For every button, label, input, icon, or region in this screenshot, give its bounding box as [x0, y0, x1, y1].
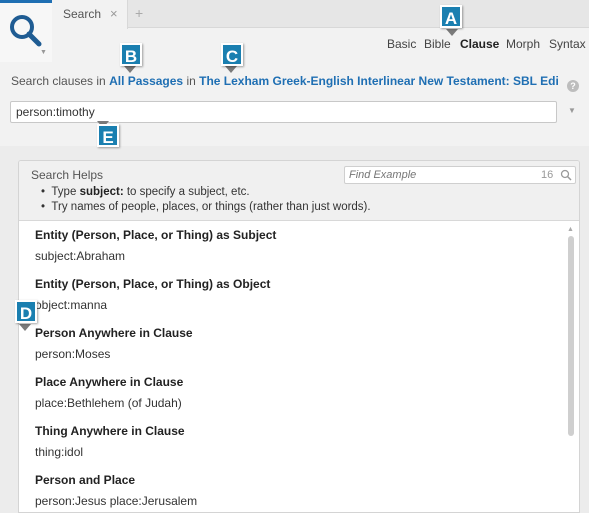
- search-helps-panel: Search Helps 16 • Type subject: to speci…: [18, 160, 580, 513]
- callout-tail: [446, 29, 458, 36]
- callout-tail: [19, 324, 31, 331]
- search-icon[interactable]: [560, 169, 572, 181]
- scope-middle: in: [183, 74, 200, 88]
- callout-a: A: [440, 5, 462, 28]
- scroll-up-icon[interactable]: ▲: [567, 226, 574, 233]
- tab-label: Search: [63, 7, 102, 21]
- example-title: Person and Place: [35, 473, 136, 487]
- callout-b: B: [120, 43, 142, 66]
- search-helps-title: Search Helps: [31, 168, 104, 182]
- example-title: Entity (Person, Place, or Thing) as Obje…: [35, 277, 271, 291]
- example-title: Thing Anywhere in Clause: [35, 424, 185, 438]
- tip-item: • Try names of people, places, or things…: [41, 201, 371, 213]
- scrollbar-thumb[interactable]: [568, 236, 574, 436]
- example-title: Entity (Person, Place, or Thing) as Subj…: [35, 228, 277, 242]
- example-sample[interactable]: subject:Abraham: [35, 249, 125, 263]
- close-icon[interactable]: ×: [110, 6, 118, 21]
- example-sample[interactable]: thing:idol: [35, 445, 83, 459]
- mode-basic[interactable]: Basic: [387, 37, 416, 51]
- app-search-button[interactable]: ▼: [0, 0, 52, 62]
- callout-c: C: [221, 43, 243, 66]
- tip-item: • Type subject: to specify a subject, et…: [41, 186, 250, 198]
- mode-clause[interactable]: Clause: [460, 37, 499, 51]
- help-icon[interactable]: ?: [567, 80, 579, 92]
- example-title: Person Anywhere in Clause: [35, 326, 193, 340]
- search-scope-line: Search clauses in All Passages in The Le…: [11, 74, 558, 88]
- mode-syntax[interactable]: Syntax: [549, 37, 586, 51]
- chevron-down-icon[interactable]: ▼: [568, 106, 576, 115]
- scope-prefix: Search clauses in: [11, 74, 110, 88]
- example-sample[interactable]: person:Moses: [35, 347, 110, 361]
- resource-link[interactable]: The Lexham Greek-English Interlinear New…: [199, 74, 558, 88]
- bullet: •: [41, 201, 46, 213]
- add-tab-icon[interactable]: +: [135, 5, 143, 21]
- callout-e: E: [97, 124, 119, 147]
- example-sample[interactable]: place:Bethlehem (of Judah): [35, 396, 182, 410]
- example-sample[interactable]: object:manna: [35, 298, 107, 312]
- search-helps-header: Search Helps 16 • Type subject: to speci…: [19, 161, 579, 221]
- find-example-count: 16: [541, 169, 554, 181]
- search-query-input[interactable]: [10, 101, 557, 123]
- example-title: Place Anywhere in Clause: [35, 375, 184, 389]
- search-icon: [10, 15, 42, 47]
- chevron-down-icon: ▼: [40, 49, 47, 56]
- example-sample[interactable]: person:Jesus place:Jerusalem: [35, 494, 197, 508]
- bullet: •: [41, 186, 46, 198]
- callout-d: D: [15, 300, 37, 323]
- passages-link[interactable]: All Passages: [109, 74, 183, 88]
- mode-bible[interactable]: Bible: [424, 37, 451, 51]
- mode-morph[interactable]: Morph: [506, 37, 540, 51]
